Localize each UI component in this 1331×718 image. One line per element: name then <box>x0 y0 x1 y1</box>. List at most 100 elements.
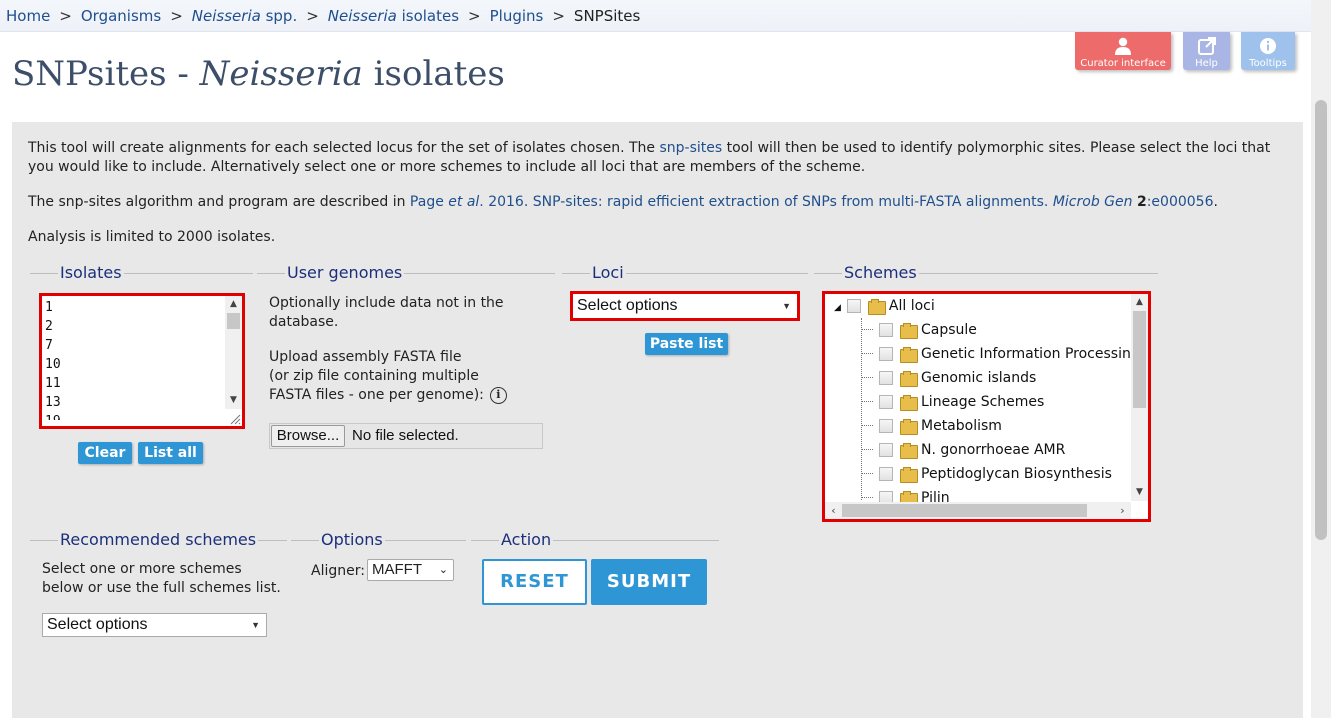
scroll-up-arrow-icon[interactable]: ▲ <box>225 296 242 313</box>
page-scrollbar[interactable] <box>1311 0 1331 718</box>
citation-title: . 2016. SNP-sites: rapid efficient extra… <box>479 194 1053 210</box>
tree-item-all-loci[interactable]: ◢ All loci <box>834 296 935 318</box>
isolates-scroll-thumb[interactable] <box>227 313 240 329</box>
page-title-italic: Neisseria <box>199 54 363 94</box>
action-fieldset: Action <box>471 528 719 552</box>
info-icon[interactable]: i <box>489 386 507 404</box>
breadcrumb-organisms-link[interactable]: Organisms <box>81 7 161 25</box>
breadcrumb-isolates-link[interactable]: Neisseria isolates <box>328 7 459 25</box>
tree-item-scheme[interactable]: Genomic islands <box>879 368 1036 388</box>
isolate-id: 19 <box>45 412 61 420</box>
help-button[interactable]: Help <box>1183 32 1230 70</box>
aligner-select-value: MAFFT <box>372 561 422 578</box>
page-title: SNPsites - Neisseria isolates <box>12 54 505 94</box>
checkbox[interactable] <box>846 299 861 313</box>
expand-triangle-icon[interactable]: ◢ <box>834 303 841 313</box>
scroll-down-arrow-icon[interactable]: ▼ <box>1131 484 1148 501</box>
tree-item-scheme[interactable]: Genetic Information Processin <box>879 344 1131 364</box>
schemes-fieldset: Schemes <box>814 261 1158 285</box>
snp-sites-link[interactable]: snp-sites <box>659 140 722 156</box>
isolate-id: 10 <box>45 357 61 372</box>
tree-item-scheme[interactable]: Capsule <box>879 320 977 340</box>
scroll-left-arrow-icon[interactable]: ‹ <box>825 502 842 519</box>
curator-interface-button[interactable]: Curator interface <box>1075 32 1171 70</box>
loci-legend: Loci <box>590 261 626 285</box>
tree-item-scheme[interactable]: Lineage Schemes <box>879 392 1044 412</box>
scroll-right-arrow-icon[interactable]: › <box>1114 502 1131 519</box>
folder-icon <box>900 323 918 339</box>
recommended-description: Select one or more schemes below or use … <box>42 560 281 598</box>
page-scrollbar-thumb[interactable] <box>1315 100 1327 540</box>
breadcrumb-separator: > <box>552 7 565 25</box>
tree-item-label: Genetic Information Processin <box>921 346 1131 362</box>
user-genomes-line: Optionally include data not in the <box>269 295 504 311</box>
recommended-schemes-select[interactable]: Select options ▼ <box>42 613 267 637</box>
chevron-down-icon: ⌄ <box>438 564 448 576</box>
schemes-hscrollbar[interactable]: ‹ › <box>825 502 1131 519</box>
isolate-id: 13 <box>45 395 61 410</box>
tree-item-scheme[interactable]: N. gonorrhoeae AMR <box>879 440 1065 460</box>
schemes-tree[interactable]: ◢ All loci Capsule Genetic Information Pr… <box>822 291 1151 522</box>
tree-connector <box>861 401 873 402</box>
browse-button[interactable]: Browse... <box>271 425 345 447</box>
citation-link[interactable]: Page et al. 2016. SNP-sites: rapid effic… <box>410 194 1214 210</box>
scroll-up-arrow-icon[interactable]: ▲ <box>1131 294 1148 311</box>
checkbox[interactable] <box>879 371 893 385</box>
breadcrumb-home-link[interactable]: Home <box>6 7 50 25</box>
folder-icon <box>900 395 918 411</box>
options-fieldset: Options <box>291 528 466 552</box>
schemes-vscrollbar[interactable]: ▲ ▼ <box>1131 294 1148 501</box>
resize-grip-icon[interactable] <box>229 413 241 425</box>
schemes-hscroll-thumb[interactable] <box>842 504 1087 517</box>
checkbox[interactable] <box>879 347 893 361</box>
clear-button[interactable]: Clear <box>78 442 132 464</box>
breadcrumb-separator: > <box>468 7 481 25</box>
submit-button[interactable]: SUBMIT <box>591 559 707 605</box>
file-upload-input[interactable]: Browse... No file selected. <box>269 423 543 449</box>
checkbox[interactable] <box>879 467 893 481</box>
breadcrumb-isolates-italic: Neisseria <box>327 7 397 25</box>
folder-icon <box>900 347 918 363</box>
tooltips-label: Tooltips <box>1249 58 1287 69</box>
upload-line: Upload assembly FASTA file <box>269 349 462 365</box>
user-genomes-line: database. <box>269 314 339 330</box>
tooltips-button[interactable]: Tooltips <box>1241 32 1295 70</box>
schemes-vscroll-thumb[interactable] <box>1133 311 1146 408</box>
tree-connector <box>861 473 873 474</box>
paste-list-button[interactable]: Paste list <box>645 333 728 355</box>
info-circle-icon <box>1260 38 1276 54</box>
breadcrumb-separator: > <box>306 7 319 25</box>
tree-connector <box>861 353 873 354</box>
upload-description: Upload assembly FASTA file (or zip file … <box>269 348 507 405</box>
isolates-scrollbar[interactable]: ▲ ▼ <box>225 296 242 409</box>
checkbox[interactable] <box>879 323 893 337</box>
folder-icon <box>900 419 918 435</box>
breadcrumb-plugins-link[interactable]: Plugins <box>490 7 544 25</box>
loci-fieldset: Loci <box>562 261 808 285</box>
checkbox[interactable] <box>879 443 893 457</box>
citation-etal: et al <box>448 194 480 210</box>
tree-connector <box>861 449 873 450</box>
schemes-legend: Schemes <box>842 261 919 285</box>
breadcrumb-genus-link[interactable]: Neisseria spp. <box>192 7 297 25</box>
recommended-schemes-fieldset: Recommended schemes <box>30 528 287 552</box>
checkbox[interactable] <box>879 419 893 433</box>
loci-select[interactable]: Select options ▼ <box>570 291 800 321</box>
tree-item-label: Genomic islands <box>921 370 1037 386</box>
reset-button[interactable]: RESET <box>482 559 587 605</box>
scroll-down-arrow-icon[interactable]: ▼ <box>225 392 242 409</box>
folder-icon <box>900 371 918 387</box>
citation-volume: 2 <box>1136 194 1147 210</box>
folder-icon <box>867 299 886 315</box>
aligner-select[interactable]: MAFFT ⌄ <box>367 559 454 581</box>
citation-pages: :e000056 <box>1146 194 1214 210</box>
tree-item-scheme[interactable]: Peptidoglycan Biosynthesis <box>879 464 1112 484</box>
breadcrumb-separator: > <box>170 7 183 25</box>
tree-item-scheme[interactable]: Metabolism <box>879 416 1002 436</box>
isolates-textarea[interactable]: 1 2 7 10 11 13 19 ▲ ▼ <box>39 293 245 429</box>
list-all-button[interactable]: List all <box>138 442 203 464</box>
page-title-prefix: SNPsites - <box>12 54 200 94</box>
checkbox[interactable] <box>879 395 893 409</box>
breadcrumb-genus-italic: Neisseria <box>191 7 261 25</box>
intro-text: This tool will create alignments for eac… <box>28 140 660 156</box>
